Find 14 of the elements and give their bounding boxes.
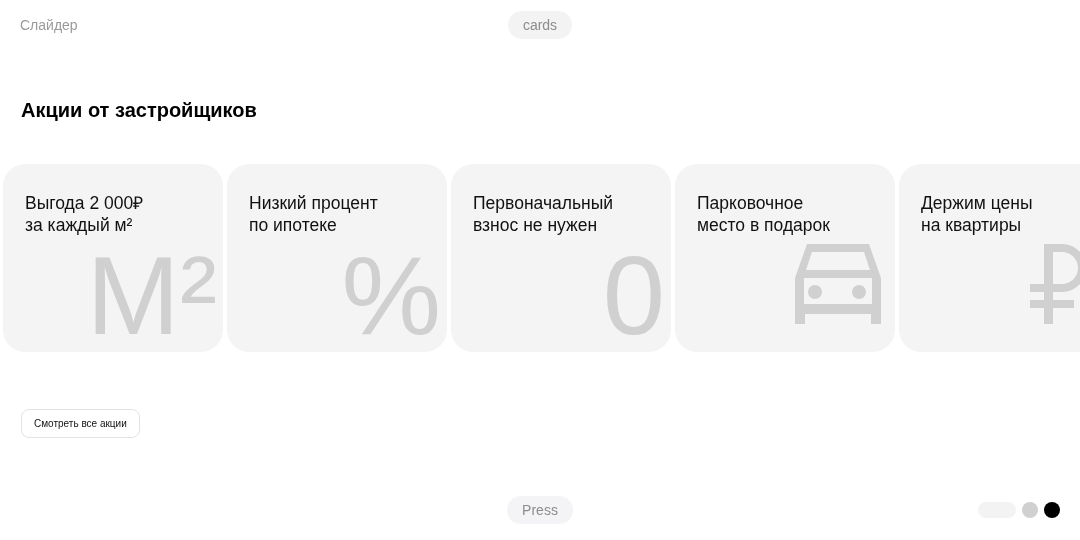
promo-card[interactable]: Низкий процент по ипотеке %	[227, 164, 447, 352]
slider-label: Слайдер	[20, 17, 79, 33]
card-title: Парковочное место в подарок	[697, 192, 831, 236]
view-all-button[interactable]: Смотреть все акции	[21, 409, 140, 438]
card-glyph: %	[341, 246, 441, 346]
cards-tag: cards	[507, 11, 573, 39]
promo-card[interactable]: Парковочное место в подарок	[675, 164, 895, 352]
card-title: Держим цены на квартиры	[921, 192, 1034, 236]
promo-card[interactable]: Держим цены на квартиры	[899, 164, 1080, 352]
card-title: Первоначальный взнос не нужен	[473, 192, 615, 236]
card-title: Низкий процент по ипотеке	[249, 192, 379, 236]
card-title: Выгода 2 000₽ за каждый м²	[25, 192, 145, 236]
section-title: Акции от застройщиков	[21, 98, 258, 123]
press-tag: Press	[507, 496, 573, 524]
